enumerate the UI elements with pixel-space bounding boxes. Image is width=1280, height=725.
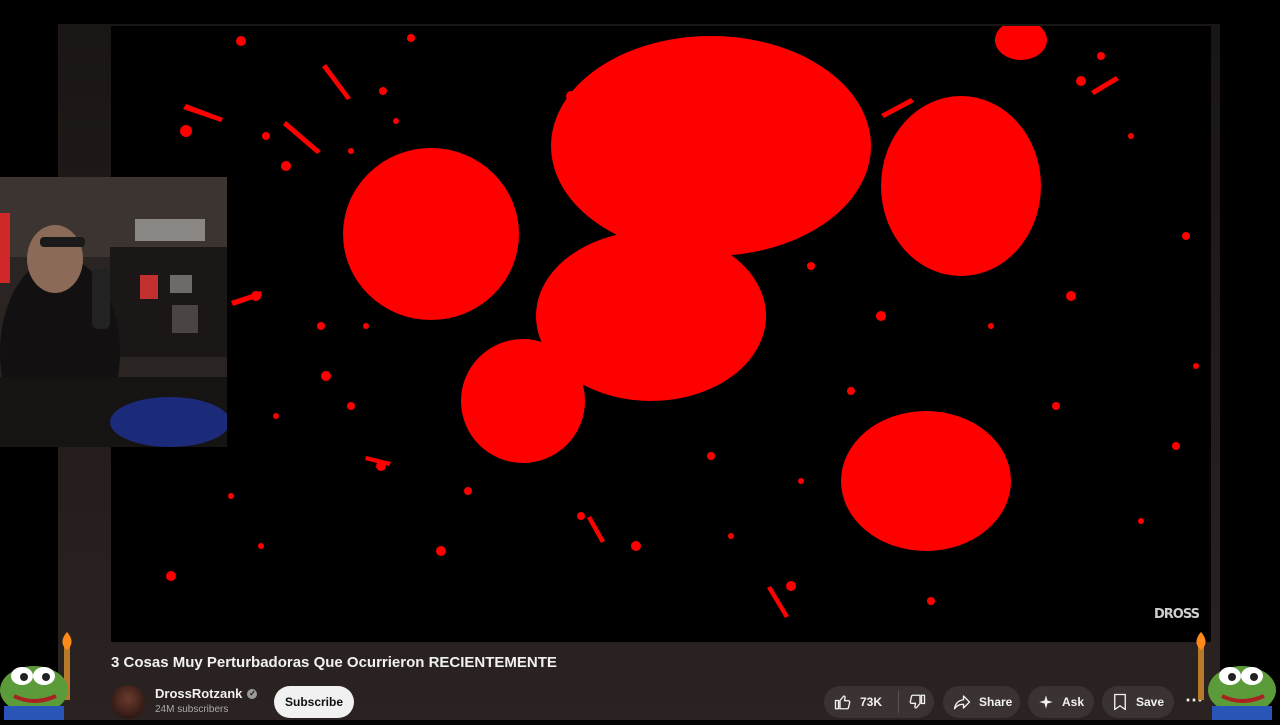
save-label: Save	[1136, 695, 1165, 709]
subscribe-button[interactable]: Subscribe	[274, 686, 354, 718]
video-title: 3 Cosas Muy Perturbadoras Que Ocurrieron…	[111, 654, 557, 671]
share-button[interactable]: Share	[943, 686, 1020, 718]
blood-splatter	[551, 36, 871, 256]
share-label: Share	[979, 695, 1013, 709]
frog-emote-image	[0, 632, 72, 720]
thumbs-up-icon	[834, 695, 851, 710]
video-frame	[111, 26, 1211, 642]
channel-watermark: DROSS	[1154, 607, 1200, 622]
like-button[interactable]: 73K	[824, 686, 892, 718]
share-arrow-icon	[953, 695, 971, 710]
dislike-button[interactable]	[899, 686, 934, 718]
frog-torch-emote-left	[0, 632, 80, 720]
channel-avatar[interactable]	[111, 685, 145, 719]
ask-label: Ask	[1062, 695, 1085, 709]
verified-check-icon: ✓	[247, 688, 258, 699]
channel-name-row[interactable]: DrossRotzank ✓	[155, 686, 258, 701]
frog-torch-emote-right	[1192, 632, 1276, 720]
blood-splatter	[461, 339, 585, 463]
streamer-webcam-overlay	[0, 177, 227, 447]
like-dislike-group: 73K	[824, 686, 934, 718]
channel-name[interactable]: DrossRotzank	[155, 686, 242, 701]
video-player[interactable]: DROSS	[111, 26, 1211, 642]
thumbs-down-icon	[909, 694, 925, 709]
sparkle-icon	[1039, 695, 1053, 709]
blood-splatter	[343, 148, 519, 320]
like-count: 73K	[860, 695, 883, 709]
ask-button[interactable]: Ask	[1028, 686, 1094, 718]
blood-splatter	[881, 96, 1041, 276]
blood-splatter	[841, 411, 1011, 551]
save-button[interactable]: Save	[1102, 686, 1174, 718]
streamer-webcam-image	[0, 177, 227, 447]
subscriber-count: 24M subscribers	[155, 704, 229, 715]
frog-emote-image	[1196, 632, 1276, 720]
bookmark-icon	[1114, 693, 1126, 711]
